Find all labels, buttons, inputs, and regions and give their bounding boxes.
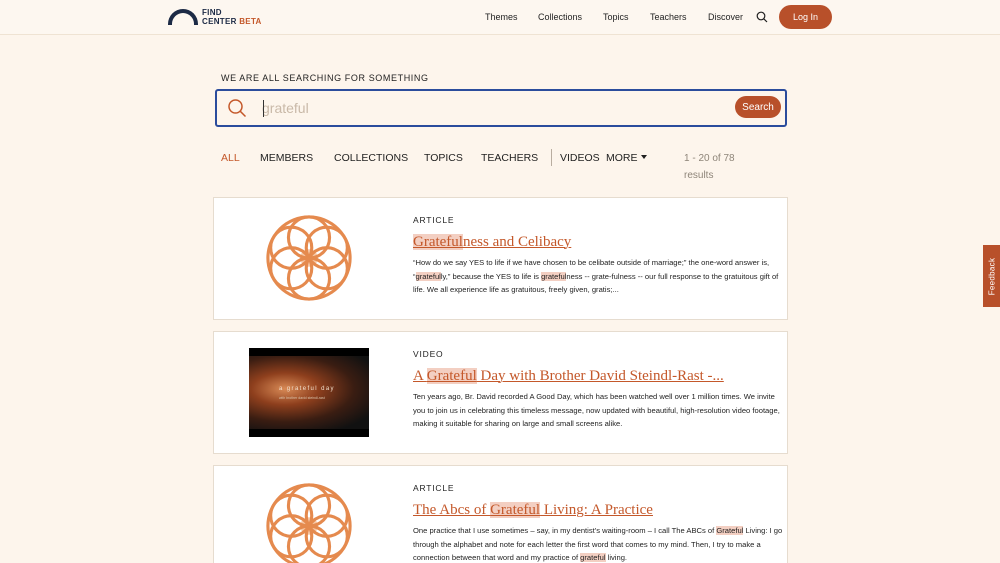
- logo-text-find: FIND: [202, 8, 222, 17]
- site-header: FIND CENTER BETA Themes Collections Topi…: [0, 0, 1000, 35]
- logo-text-center: CENTER: [202, 17, 237, 26]
- result-title[interactable]: A Grateful Day with Brother David Steind…: [413, 368, 724, 385]
- result-card[interactable]: a grateful day with brother david steind…: [213, 331, 788, 454]
- result-title[interactable]: The Abcs of Grateful Living: A Practice: [413, 502, 653, 519]
- caret-down-icon: [640, 155, 647, 159]
- nav-themes[interactable]: Themes: [485, 12, 518, 22]
- search-button[interactable]: Search: [735, 96, 781, 118]
- result-card[interactable]: ARTICLE The Abcs of Grateful Living: A P…: [213, 465, 788, 563]
- search-term-highlight: grateful: [541, 271, 567, 281]
- search-term-highlight: grateful: [580, 553, 606, 562]
- logo-arch-icon: [168, 9, 198, 25]
- search-box[interactable]: Search: [215, 89, 787, 127]
- flower-of-life-icon: [266, 215, 352, 301]
- search-term-highlight: Grateful: [716, 526, 744, 535]
- result-card[interactable]: ARTICLE Gratefulness and Celibacy “How d…: [213, 197, 788, 320]
- tab-all[interactable]: ALL: [221, 152, 240, 164]
- tab-teachers[interactable]: TEACHERS: [481, 152, 538, 164]
- video-overlay-title: a grateful day: [279, 386, 335, 392]
- login-button[interactable]: Log In: [779, 5, 832, 29]
- video-overlay-subtitle: with brother david steindl-rast: [279, 396, 325, 400]
- search-heading: WE ARE ALL SEARCHING FOR SOMETHING: [221, 73, 429, 83]
- text-cursor: [263, 100, 264, 117]
- result-type: ARTICLE: [413, 483, 455, 493]
- result-type: VIDEO: [413, 349, 444, 359]
- search-input[interactable]: [262, 96, 722, 120]
- tab-members[interactable]: MEMBERS: [260, 152, 313, 164]
- search-icon: [228, 99, 247, 118]
- tab-topics[interactable]: TOPICS: [424, 152, 463, 164]
- tab-more[interactable]: MORE: [606, 152, 647, 164]
- result-type: ARTICLE: [413, 215, 455, 225]
- site-logo[interactable]: FIND CENTER BETA: [168, 8, 262, 26]
- result-title[interactable]: Gratefulness and Celibacy: [413, 234, 571, 251]
- results-count: 1 - 20 of 78 results: [684, 153, 735, 181]
- result-excerpt: “How do we say YES to life if we have ch…: [413, 258, 779, 294]
- nav-topics[interactable]: Topics: [603, 12, 629, 22]
- result-excerpt: One practice that I use sometimes – say,…: [413, 526, 783, 562]
- feedback-label: Feedback: [987, 257, 997, 295]
- video-thumbnail[interactable]: a grateful day with brother david steind…: [249, 348, 369, 437]
- tab-videos[interactable]: VIDEOS: [560, 152, 600, 164]
- tab-divider: [551, 149, 552, 166]
- tab-more-label: MORE: [606, 152, 638, 164]
- video-scene: [249, 356, 369, 429]
- result-excerpt: Ten years ago, Br. David recorded A Good…: [413, 392, 780, 428]
- header-search-icon[interactable]: [756, 11, 768, 23]
- nav-teachers[interactable]: Teachers: [650, 12, 687, 22]
- tab-collections[interactable]: COLLECTIONS: [334, 152, 408, 164]
- flower-of-life-icon: [266, 483, 352, 563]
- logo-beta-badge: BETA: [239, 17, 262, 26]
- search-term-highlight: grateful: [415, 271, 441, 281]
- nav-collections[interactable]: Collections: [538, 12, 582, 22]
- feedback-tab[interactable]: Feedback: [983, 245, 1000, 307]
- nav-discover[interactable]: Discover: [708, 12, 743, 22]
